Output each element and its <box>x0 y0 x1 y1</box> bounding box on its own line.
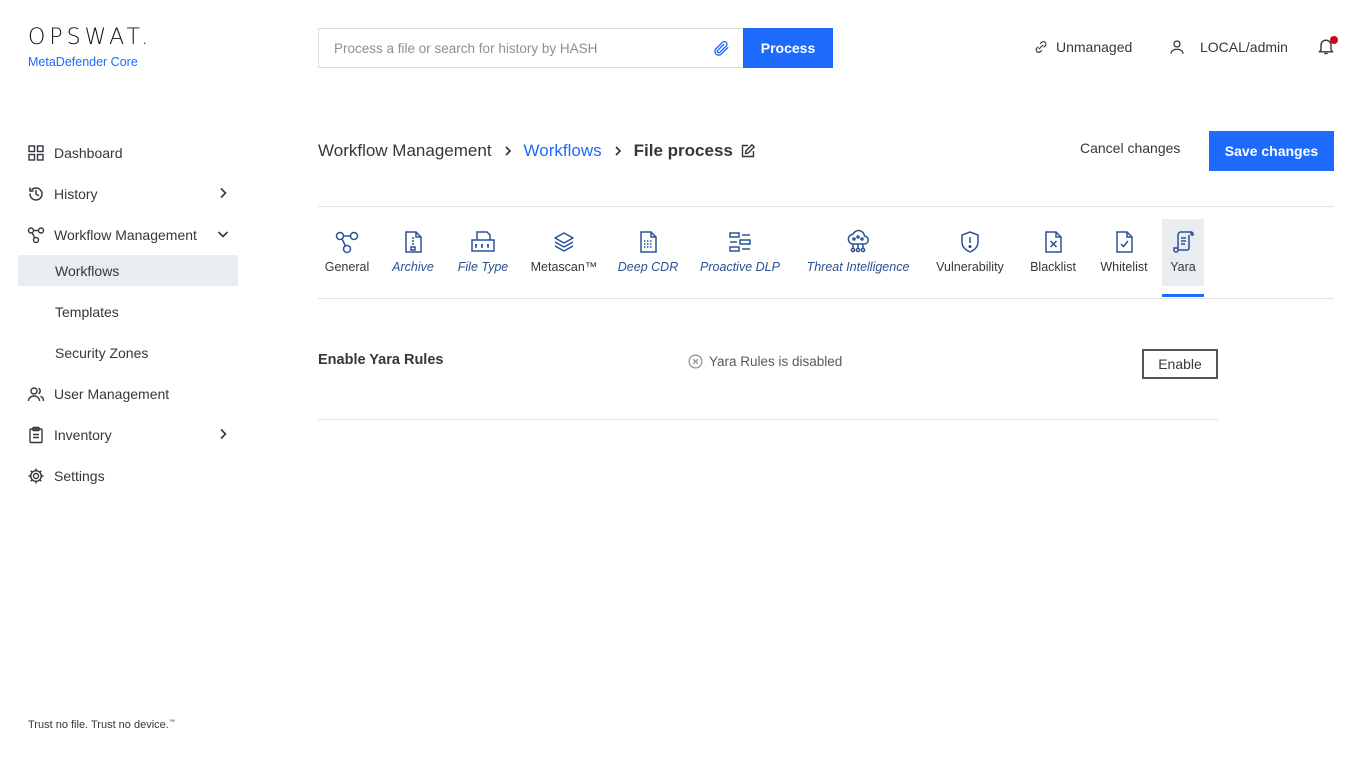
yara-icon <box>1170 229 1196 255</box>
tab-general[interactable]: General <box>318 219 376 286</box>
sidebar-item-label: Dashboard <box>54 144 123 161</box>
threat-intelligence-icon <box>845 229 871 255</box>
page-title: File process <box>633 141 733 160</box>
yara-status: Yara Rules is disabled <box>688 354 842 369</box>
search-bar <box>318 28 744 68</box>
search-input[interactable] <box>334 40 704 56</box>
divider <box>318 206 1334 207</box>
tab-vulnerability[interactable]: Vulnerability <box>920 219 1020 286</box>
divider <box>318 298 1334 299</box>
sidebar-item-workflows[interactable]: Workflows <box>18 255 238 286</box>
save-changes-button[interactable]: Save changes <box>1209 131 1334 171</box>
disabled-icon <box>688 354 703 369</box>
notification-dot <box>1330 36 1338 44</box>
trademark-mark: ™ <box>168 719 175 726</box>
sidebar-item-history[interactable]: History <box>18 173 238 214</box>
chevron-right-icon <box>216 427 230 441</box>
product-name: MetaDefender Core <box>28 55 138 69</box>
yara-status-text: Yara Rules is disabled <box>709 354 843 369</box>
general-icon <box>334 229 360 255</box>
tab-yara[interactable]: Yara <box>1162 219 1204 297</box>
sidebar-item-user-management[interactable]: User Management <box>18 373 238 414</box>
sidebar-item-inventory[interactable]: Inventory <box>18 414 238 455</box>
unlink-icon <box>1034 40 1048 54</box>
user-menu[interactable]: LOCAL/admin <box>1168 36 1288 58</box>
tab-metascan[interactable]: Metascan™ <box>516 219 612 286</box>
tab-label: Yara <box>1170 260 1196 274</box>
tab-label: File Type <box>457 260 509 274</box>
tab-label: Metascan™ <box>530 260 598 274</box>
sidebar-item-security-zones[interactable]: Security Zones <box>18 332 238 373</box>
sidebar-item-label: History <box>54 185 98 202</box>
tab-label: Vulnerability <box>936 260 1004 274</box>
tab-label: Deep CDR <box>617 260 679 274</box>
sidebar: Dashboard History Workflow Management Wo… <box>18 132 238 496</box>
tab-label: Proactive DLP <box>700 260 780 274</box>
tab-threat-intelligence[interactable]: Threat Intelligence <box>796 219 920 286</box>
dashboard-icon <box>27 144 45 162</box>
tagline: Trust no file. Trust no device.™ <box>28 719 175 731</box>
enable-button[interactable]: Enable <box>1142 349 1218 379</box>
process-button[interactable]: Process <box>743 28 833 68</box>
tab-label: Blacklist <box>1030 260 1076 274</box>
tab-deep-cdr[interactable]: Deep CDR <box>612 219 684 286</box>
chevron-right-icon <box>216 186 230 200</box>
unmanaged-status[interactable]: Unmanaged <box>1034 36 1132 58</box>
vulnerability-icon <box>957 229 983 255</box>
tab-blacklist[interactable]: Blacklist <box>1020 219 1086 286</box>
tab-whitelist[interactable]: Whitelist <box>1086 219 1162 286</box>
edit-icon[interactable] <box>740 143 756 159</box>
archive-icon <box>400 229 426 255</box>
gear-icon <box>27 467 45 485</box>
sidebar-item-workflow-management[interactable]: Workflow Management <box>18 214 238 255</box>
breadcrumb: Workflow Management Workflows File proce… <box>318 140 756 162</box>
brand: OPSWAT. MetaDefender Core <box>28 26 152 70</box>
sidebar-item-label: User Management <box>54 385 170 402</box>
chevron-down-icon <box>216 227 230 241</box>
tab-label: Archive <box>392 260 434 274</box>
sidebar-item-label: Inventory <box>54 426 112 443</box>
chevron-right-icon <box>611 144 625 158</box>
breadcrumb-workflow-management[interactable]: Workflow Management <box>318 141 492 161</box>
tab-archive[interactable]: Archive <box>376 219 450 286</box>
metascan-icon <box>551 229 577 255</box>
sidebar-item-label: Settings <box>54 467 105 484</box>
tab-label: Threat Intelligence <box>806 260 910 274</box>
user-label: LOCAL/admin <box>1200 39 1288 55</box>
sidebar-item-templates[interactable]: Templates <box>18 291 238 332</box>
tab-proactive-dlp[interactable]: Proactive DLP <box>684 219 796 286</box>
tab-file-type[interactable]: File Type <box>450 219 516 286</box>
clipboard-icon <box>27 426 45 444</box>
paperclip-icon[interactable] <box>712 39 730 57</box>
blacklist-icon <box>1040 229 1066 255</box>
unmanaged-label: Unmanaged <box>1056 39 1133 55</box>
sidebar-item-dashboard[interactable]: Dashboard <box>18 132 238 173</box>
user-icon <box>1168 38 1186 56</box>
whitelist-icon <box>1111 229 1137 255</box>
brand-logo[interactable]: OPSWAT. <box>28 26 152 50</box>
workflow-icon <box>27 226 45 244</box>
proactive-dlp-icon <box>727 229 753 255</box>
divider <box>318 419 1218 420</box>
history-icon <box>27 185 45 203</box>
notifications-bell[interactable] <box>1316 36 1338 58</box>
sidebar-item-settings[interactable]: Settings <box>18 455 238 496</box>
yara-rules-title: Enable Yara Rules <box>318 352 444 368</box>
file-type-icon <box>470 229 496 255</box>
cancel-changes-button[interactable]: Cancel changes <box>1080 140 1180 156</box>
users-icon <box>27 385 45 403</box>
breadcrumb-workflows[interactable]: Workflows <box>524 141 602 161</box>
tab-label: Whitelist <box>1100 260 1148 274</box>
deep-cdr-icon <box>635 229 661 255</box>
chevron-right-icon <box>501 144 515 158</box>
tab-label: General <box>324 260 370 274</box>
sidebar-item-label: Workflow Management <box>54 226 197 243</box>
workflow-tabs: General Archive File Type Metascan™ Deep… <box>318 219 1204 298</box>
